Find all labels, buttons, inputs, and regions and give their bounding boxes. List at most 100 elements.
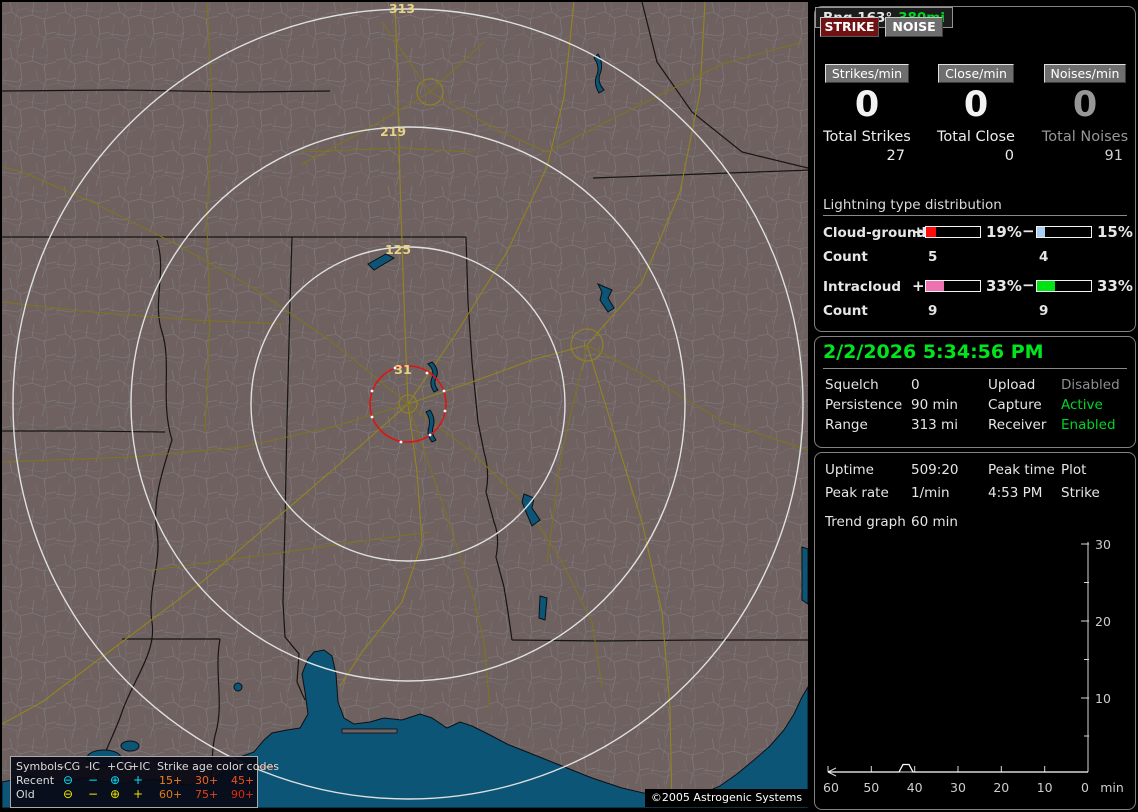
trend-graph: 30 20 10 60 50 40 30 20 10 0 min <box>823 537 1124 795</box>
age-code-90: 90+ <box>231 788 255 801</box>
x-tick-20: 20 <box>993 780 1009 795</box>
divider <box>823 368 1127 369</box>
cg-plus-pct: 19% <box>986 223 1022 241</box>
ic-plus-pct: 33% <box>986 277 1022 295</box>
uptime-value: 509:20 <box>911 462 959 478</box>
trend-graph-label: Trend graph <box>825 514 906 530</box>
noises-per-min-column: Noises/min 0 Total Noises 91 <box>1037 63 1133 164</box>
cg-minus-bar <box>1036 226 1092 238</box>
strikes-per-min-button[interactable]: Strikes/min <box>824 64 910 83</box>
noise-mode-button[interactable]: NOISE <box>885 17 943 37</box>
cg-minus-bar-fill <box>1037 227 1046 237</box>
x-tick-0: 0 <box>1081 780 1089 795</box>
lightning-map[interactable]: 313 219 125 31 <box>2 2 808 808</box>
peak-time-label: Peak time <box>988 462 1055 478</box>
cg-plus-bar <box>925 226 981 238</box>
status-panel: 2/2/2026 5:34:56 PM Squelch 0 Upload Dis… <box>814 336 1136 448</box>
legend-row-recent-label: Recent <box>16 774 55 787</box>
cg-minus-pct: 15% <box>1097 223 1133 241</box>
close-per-min-button[interactable]: Close/min <box>938 64 1014 83</box>
ring-label-313: 313 <box>389 2 415 16</box>
x-tick-60: 60 <box>823 780 839 795</box>
ic-count-label: Count <box>823 303 868 319</box>
upload-label: Upload <box>988 377 1036 393</box>
minus-sign: − <box>1022 222 1035 240</box>
peak-rate-value: 1/min <box>911 485 950 501</box>
noises-per-min-button[interactable]: Noises/min <box>1043 64 1127 83</box>
ic-minus-count: 9 <box>1039 303 1049 319</box>
legend-header-nic: -IC <box>85 760 100 773</box>
cloud-ground-label: Cloud-ground <box>823 225 927 241</box>
x-axis-unit: min <box>1100 780 1124 795</box>
age-code-45: 45+ <box>231 774 255 787</box>
age-code-60: 60+ <box>159 788 183 801</box>
old-pos-ic-icon: + <box>133 787 144 801</box>
ring-label-31: 31 <box>394 362 411 377</box>
legend-header-symbols: Symbols <box>16 760 63 773</box>
cg-plus-bar-fill <box>926 227 937 237</box>
squelch-label: Squelch <box>825 377 879 393</box>
uptime-label: Uptime <box>825 462 874 478</box>
old-neg-ic-icon: − <box>88 787 99 801</box>
capture-label: Capture <box>988 397 1042 413</box>
total-strikes-label: Total Strikes <box>823 129 911 145</box>
total-close-value: 0 <box>1004 148 1014 164</box>
nexstorm-window: 313 219 125 31 Symbols -CG -IC +CG +IC S… <box>0 0 1138 812</box>
capture-state: Active <box>1061 397 1103 413</box>
peak-rate-label: Peak rate <box>825 485 889 501</box>
range-label: Range <box>825 417 868 433</box>
datetime-display: 2/2/2026 5:34:56 PM <box>823 341 1044 363</box>
total-strikes-value: 27 <box>886 148 905 164</box>
recent-pos-cg-icon: ⊕ <box>110 773 121 787</box>
distribution-title: Lightning type distribution <box>823 197 1002 213</box>
receiver-label: Receiver <box>988 417 1047 433</box>
plus-sign: + <box>912 223 925 241</box>
x-tick-40: 40 <box>907 780 923 795</box>
strikes-per-min-value: 0 <box>854 85 880 125</box>
receiver-state: Enabled <box>1061 417 1116 433</box>
legend-header-pcg: +CG <box>107 760 133 773</box>
ic-minus-bar <box>1036 280 1092 292</box>
ic-plus-count: 9 <box>928 303 938 319</box>
y-tick-10: 10 <box>1095 691 1111 706</box>
trend-graph-value: 60 min <box>911 514 958 530</box>
strike-mode-button[interactable]: STRIKE <box>820 17 879 37</box>
peak-time-value: 4:53 PM <box>988 485 1043 501</box>
trend-x-labels: 60 50 40 30 20 10 0 min <box>823 780 1124 795</box>
strikes-per-min-column: Strikes/min 0 Total Strikes 27 <box>819 63 915 164</box>
age-code-30: 30+ <box>195 774 219 787</box>
trend-y-labels: 30 20 10 <box>1095 537 1111 706</box>
y-tick-30: 30 <box>1095 537 1111 552</box>
ring-label-219: 219 <box>380 124 406 139</box>
copyright-notice: ©2005 Astrogenic Systems <box>645 789 808 807</box>
plot-type-value: Strike <box>1061 485 1100 501</box>
recent-neg-cg-icon: ⊖ <box>63 773 74 787</box>
recent-pos-ic-icon: + <box>133 773 144 787</box>
x-tick-30: 30 <box>950 780 966 795</box>
ic-minus-pct: 33% <box>1097 277 1133 295</box>
trend-panel: Uptime 509:20 Peak time Plot Peak rate 1… <box>814 452 1136 810</box>
ring-label-125: 125 <box>385 242 411 257</box>
legend-header-ncg: -CG <box>60 760 81 773</box>
cg-plus-count: 5 <box>928 249 938 265</box>
divider <box>823 215 1127 216</box>
noises-per-min-value: 0 <box>1072 85 1098 125</box>
old-pos-cg-icon: ⊕ <box>110 787 121 801</box>
persistence-value: 90 min <box>911 397 958 413</box>
y-tick-20: 20 <box>1095 614 1111 629</box>
ic-plus-bar-fill <box>926 281 944 291</box>
strike-stats-panel: STRIKE NOISE Bng 163° 380mi Strikes/min … <box>814 6 1136 332</box>
age-code-75: 75+ <box>195 788 219 801</box>
cg-minus-count: 4 <box>1039 249 1049 265</box>
legend-row-old-label: Old <box>16 788 35 801</box>
range-value: 313 mi <box>911 417 958 433</box>
total-close-label: Total Close <box>937 129 1015 145</box>
x-tick-10: 10 <box>1037 780 1053 795</box>
ic-plus-bar <box>925 280 981 292</box>
squelch-value: 0 <box>911 377 920 393</box>
total-noises-label: Total Noises <box>1041 129 1129 145</box>
legend-header-agecodes: Strike age color codes <box>157 760 279 773</box>
ic-minus-bar-fill <box>1037 281 1055 291</box>
legend-header-pic: +IC <box>130 760 151 773</box>
close-per-min-column: Close/min 0 Total Close 0 <box>928 63 1024 164</box>
